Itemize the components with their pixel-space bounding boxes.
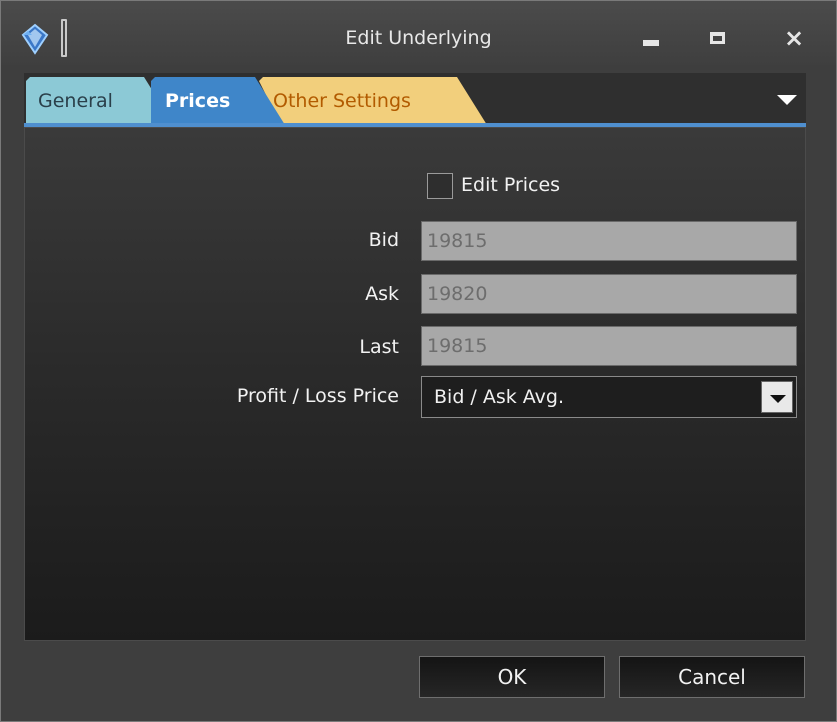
- ask-field[interactable]: 19820: [421, 274, 797, 314]
- maximize-icon: [710, 32, 725, 44]
- ask-label: Ask: [365, 283, 399, 305]
- close-icon: ×: [783, 24, 805, 52]
- tab-prices-label: Prices: [165, 90, 231, 112]
- tab-general-label: General: [38, 90, 113, 112]
- edit-underlying-dialog: Edit Underlying × General Other Settings…: [0, 0, 837, 722]
- bid-label: Bid: [368, 229, 399, 251]
- close-button[interactable]: ×: [777, 24, 811, 52]
- tab-prices[interactable]: Prices: [151, 77, 291, 125]
- profit-loss-price-label: Profit / Loss Price: [236, 385, 399, 407]
- profit-loss-price-select[interactable]: Bid / Ask Avg.: [421, 376, 797, 418]
- ok-button[interactable]: OK: [419, 656, 605, 698]
- tab-other-settings[interactable]: Other Settings: [259, 77, 489, 125]
- chevron-down-icon: [770, 395, 786, 403]
- minimize-icon: [643, 40, 659, 46]
- chevron-down-icon[interactable]: [777, 93, 797, 107]
- tab-other-settings-label: Other Settings: [273, 90, 411, 112]
- last-field[interactable]: 19815: [421, 326, 797, 366]
- minimize-button[interactable]: [635, 27, 669, 49]
- profit-loss-dropdown-button[interactable]: [761, 381, 793, 413]
- last-label: Last: [359, 336, 399, 358]
- bid-field[interactable]: 19815: [421, 221, 797, 261]
- title-bar[interactable]: Edit Underlying ×: [1, 1, 836, 65]
- edit-prices-checkbox[interactable]: [427, 173, 453, 199]
- maximize-button[interactable]: [701, 27, 735, 49]
- edit-prices-label[interactable]: Edit Prices: [461, 174, 560, 196]
- cancel-button[interactable]: Cancel: [619, 656, 805, 698]
